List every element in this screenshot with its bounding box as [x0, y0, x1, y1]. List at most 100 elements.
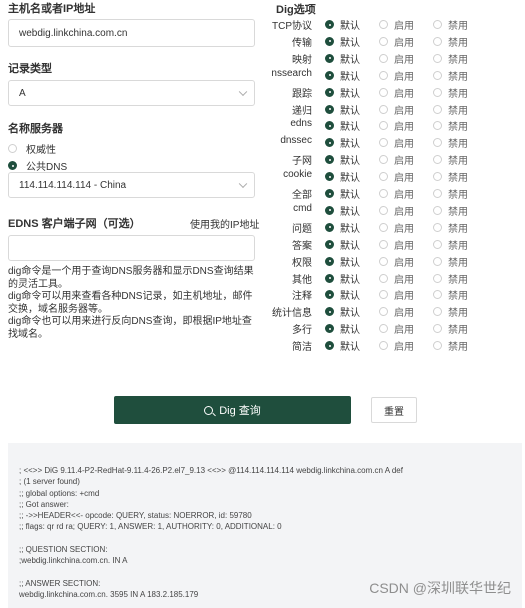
dig-option-radio-default[interactable]: 默认 — [325, 254, 360, 269]
dig-option-radio-disable[interactable]: 禁用 — [433, 254, 468, 269]
dig-option-label: 默认 — [340, 156, 360, 168]
nameserver-option-authoritative[interactable]: 权威性 — [8, 141, 56, 156]
dig-option-radio-disable[interactable]: 禁用 — [433, 338, 468, 353]
dig-option-radio-enable[interactable]: 启用 — [379, 254, 414, 269]
dig-option-radio-default[interactable]: 默认 — [325, 220, 360, 235]
dig-option-radio-default[interactable]: 默认 — [325, 51, 360, 66]
dig-option-radio-disable[interactable]: 禁用 — [433, 118, 468, 133]
dig-option-radio-enable[interactable]: 启用 — [379, 169, 414, 184]
radio-icon — [433, 20, 442, 29]
dig-option-radio-default[interactable]: 默认 — [325, 34, 360, 49]
radio-checked-icon — [325, 53, 334, 63]
dig-option-row: 多行 默认 启用 禁用 — [272, 320, 522, 337]
dig-option-radio-disable[interactable]: 禁用 — [433, 186, 468, 201]
dig-option-radio-disable[interactable]: 禁用 — [433, 203, 468, 218]
dig-option-label: 启用 — [394, 342, 414, 354]
dig-option-radio-default[interactable]: 默认 — [325, 237, 360, 252]
radio-icon — [433, 87, 442, 97]
radio-checked-icon — [325, 341, 334, 351]
dig-option-radio-enable[interactable]: 启用 — [379, 118, 414, 133]
dig-option-label: 禁用 — [448, 105, 468, 117]
dig-option-label: 默认 — [340, 21, 360, 32]
dig-options-title: Dig选项 — [276, 4, 316, 16]
dig-option-radio-disable[interactable]: 禁用 — [433, 68, 468, 83]
dig-option-radio-default[interactable]: 默认 — [325, 68, 360, 83]
dig-option-radio-enable[interactable]: 启用 — [379, 203, 414, 218]
radio-icon — [379, 121, 388, 131]
dig-option-radio-enable[interactable]: 启用 — [379, 304, 414, 319]
dig-option-row: cookie 默认 启用 禁用 — [272, 168, 522, 185]
dig-option-radio-enable[interactable]: 启用 — [379, 237, 414, 252]
dig-option-row: nssearch 默认 启用 禁用 — [271, 67, 522, 84]
dig-option-radio-disable[interactable]: 禁用 — [433, 152, 468, 167]
dig-option-label: 默认 — [340, 291, 360, 303]
dig-option-radio-default[interactable]: 默认 — [325, 17, 360, 32]
use-my-ip-link[interactable]: 使用我的IP地址 — [190, 216, 259, 231]
dig-option-radio-enable[interactable]: 启用 — [379, 321, 414, 336]
dig-option-radio-default[interactable]: 默认 — [325, 152, 360, 167]
dig-option-radio-disable[interactable]: 禁用 — [433, 169, 468, 184]
dig-option-radio-disable[interactable]: 禁用 — [433, 321, 468, 336]
dig-option-radio-default[interactable]: 默认 — [325, 169, 360, 184]
dig-option-radio-enable[interactable]: 启用 — [379, 152, 414, 167]
dig-option-radio-default[interactable]: 默认 — [325, 338, 360, 353]
result-line: ;; flags: qr rd ra; QUERY: 1, ANSWER: 1,… — [19, 522, 282, 532]
dig-option-radio-enable[interactable]: 启用 — [379, 338, 414, 353]
nameserver-option-public[interactable]: 公共DNS — [8, 158, 67, 173]
dig-option-radio-default[interactable]: 默认 — [325, 118, 360, 133]
nameserver-select[interactable]: 114.114.114.114 - China — [8, 172, 255, 198]
dig-option-radio-enable[interactable]: 启用 — [379, 68, 414, 83]
dig-option-radio-default[interactable]: 默认 — [325, 135, 360, 150]
dig-option-label: 禁用 — [448, 190, 468, 201]
dig-option-radio-enable[interactable]: 启用 — [379, 51, 414, 66]
dig-option-radio-default[interactable]: 默认 — [325, 321, 360, 336]
dig-option-radio-disable[interactable]: 禁用 — [433, 237, 468, 252]
dig-option-radio-default[interactable]: 默认 — [325, 102, 360, 117]
dig-option-radio-default[interactable]: 默认 — [325, 203, 360, 218]
record-type-select[interactable]: A — [8, 80, 255, 106]
dig-option-radio-disable[interactable]: 禁用 — [433, 34, 468, 49]
dig-option-row: 权限 默认 启用 禁用 — [272, 253, 522, 270]
dig-option-radio-enable[interactable]: 启用 — [379, 220, 414, 235]
dig-option-radio-enable[interactable]: 启用 — [379, 17, 414, 32]
dig-option-name: 问题 — [292, 223, 312, 235]
dig-option-radio-enable[interactable]: 启用 — [379, 85, 414, 100]
dig-option-row: edns 默认 启用 禁用 — [272, 117, 522, 134]
dig-option-radio-disable[interactable]: 禁用 — [433, 85, 468, 100]
dig-option-radio-disable[interactable]: 禁用 — [433, 271, 468, 286]
dig-option-radio-disable[interactable]: 禁用 — [433, 304, 468, 319]
dig-query-button[interactable]: Dig 查询 — [114, 396, 351, 424]
dig-option-label: 默认 — [340, 342, 360, 354]
dig-option-row: 全部 默认 启用 禁用 — [272, 185, 522, 202]
dig-option-label: 禁用 — [448, 173, 468, 185]
dig-option-label: 默认 — [340, 139, 360, 151]
dig-option-radio-default[interactable]: 默认 — [325, 287, 360, 302]
dig-option-radio-disable[interactable]: 禁用 — [433, 51, 468, 66]
dig-option-radio-disable[interactable]: 禁用 — [433, 102, 468, 117]
dig-option-radio-disable[interactable]: 禁用 — [433, 220, 468, 235]
edns-input[interactable] — [8, 235, 255, 261]
dig-option-radio-enable[interactable]: 启用 — [379, 135, 414, 150]
dig-option-radio-disable[interactable]: 禁用 — [433, 287, 468, 302]
result-line: ;; QUESTION SECTION: — [19, 545, 108, 555]
watermark: CSDN @深圳联华世纪 — [369, 580, 511, 596]
dig-option-radio-default[interactable]: 默认 — [325, 304, 360, 319]
dig-option-radio-default[interactable]: 默认 — [325, 85, 360, 100]
dig-option-radio-default[interactable]: 默认 — [325, 186, 360, 201]
dig-option-name: dnssec — [280, 135, 312, 147]
radio-checked-icon — [325, 205, 334, 215]
dig-option-radio-enable[interactable]: 启用 — [379, 287, 414, 302]
dig-option-radio-disable[interactable]: 禁用 — [433, 135, 468, 150]
dig-option-radio-default[interactable]: 默认 — [325, 271, 360, 286]
host-input[interactable]: webdig.linkchina.com.cn — [8, 19, 255, 47]
dig-option-radio-disable[interactable]: 禁用 — [433, 17, 468, 32]
dig-option-radio-enable[interactable]: 启用 — [379, 186, 414, 201]
dig-option-row: 统计信息 默认 启用 禁用 — [272, 303, 522, 320]
reset-button[interactable]: 重置 — [371, 397, 417, 423]
dig-option-radio-enable[interactable]: 启用 — [379, 34, 414, 49]
radio-icon — [379, 20, 388, 29]
dig-option-label: 禁用 — [448, 274, 468, 286]
dig-option-radio-enable[interactable]: 启用 — [379, 271, 414, 286]
dig-option-label: 禁用 — [448, 291, 468, 303]
dig-option-radio-enable[interactable]: 启用 — [379, 102, 414, 117]
